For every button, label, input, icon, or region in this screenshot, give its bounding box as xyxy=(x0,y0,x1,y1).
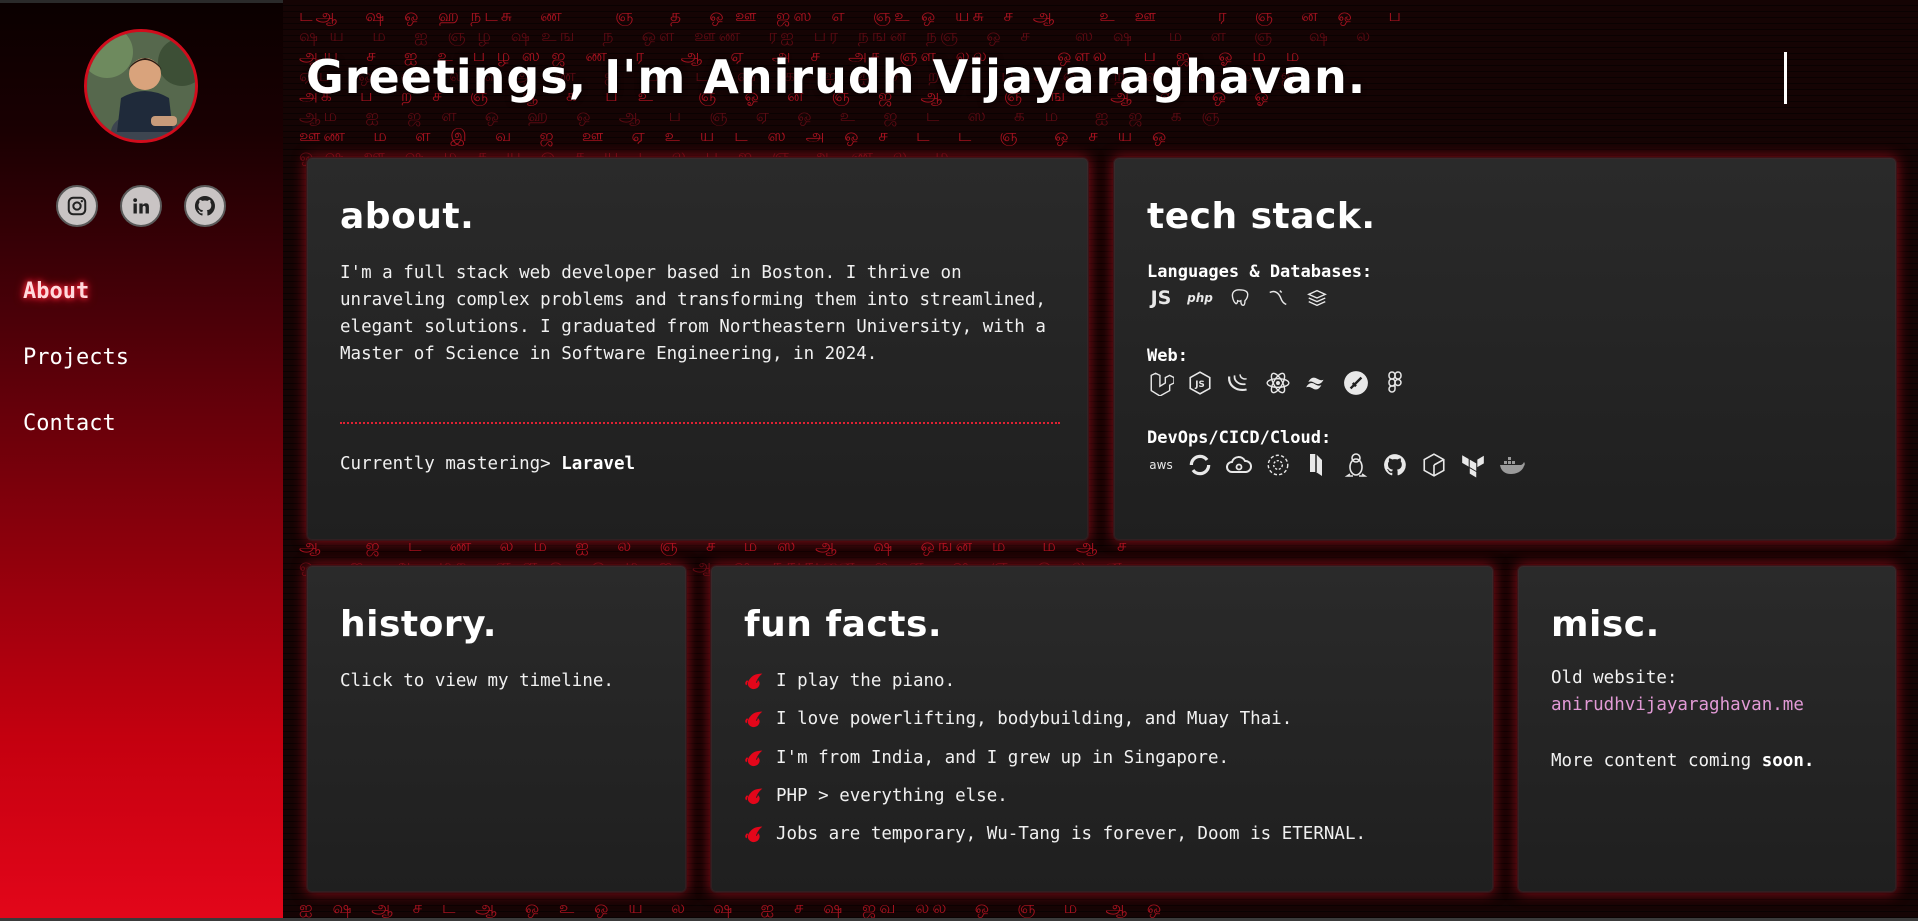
mastering-prefix: Currently mastering> xyxy=(340,454,551,474)
flame-icon xyxy=(745,788,763,805)
languages-icons: JS php xyxy=(1147,284,1331,312)
github-icon xyxy=(194,195,215,216)
web-label: Web: xyxy=(1147,346,1188,366)
misc-card: misc. Old website: anirudhvijayaraghavan… xyxy=(1517,565,1897,893)
laravel-icon xyxy=(1147,369,1175,397)
main-nav: About Projects Contact xyxy=(23,279,129,436)
github-button[interactable] xyxy=(184,185,226,227)
more-content-prefix: More content coming xyxy=(1551,751,1752,771)
typing-cursor xyxy=(1784,52,1787,104)
tech-stack-card: tech stack. Languages & Databases: JS ph… xyxy=(1113,157,1897,541)
fun-fact-text: I love powerlifting, bodybuilding, and M… xyxy=(776,709,1293,729)
google-cloud-icon xyxy=(1225,451,1253,479)
about-text: I'm a full stack web developer based in … xyxy=(340,263,1046,364)
svg-text:JS: JS xyxy=(1194,380,1204,390)
flame-icon xyxy=(745,750,763,767)
instagram-icon xyxy=(67,196,87,216)
history-link-text[interactable]: Click to view my timeline. xyxy=(340,668,614,695)
fun-fact-text: I play the piano. xyxy=(776,671,956,691)
fun-fact-item: I'm from India, and I grew up in Singapo… xyxy=(744,747,1229,769)
javascript-icon: JS xyxy=(1150,287,1172,309)
fun-fact-item: I love powerlifting, bodybuilding, and M… xyxy=(744,708,1292,730)
figma-icon xyxy=(1381,369,1409,397)
fun-facts-card: fun facts. I play the piano. I love powe… xyxy=(710,565,1494,893)
more-content-bold: soon. xyxy=(1761,751,1815,771)
terraform-icon xyxy=(1459,451,1487,479)
tech-title: tech stack. xyxy=(1147,196,1376,237)
web-icons: JS xyxy=(1147,369,1409,397)
history-title: history. xyxy=(340,604,497,645)
more-content-text: More content coming soon. xyxy=(1551,751,1814,771)
fun-fact-item: I play the piano. xyxy=(744,670,955,692)
flame-icon xyxy=(745,673,763,690)
linux-icon xyxy=(1342,451,1370,479)
codeigniter-icon xyxy=(1342,369,1370,397)
about-title: about. xyxy=(340,196,475,237)
devops-label: DevOps/CICD/Cloud: xyxy=(1147,428,1332,448)
instagram-button[interactable] xyxy=(56,185,98,227)
fun-fact-item: Jobs are temporary, Wu-Tang is forever, … xyxy=(744,823,1366,845)
devops-icons: aws xyxy=(1147,451,1526,479)
sidebar: About Projects Contact xyxy=(0,0,283,921)
bitbucket-icon xyxy=(1303,451,1331,479)
github-stack-icon xyxy=(1381,451,1409,479)
stack-icon xyxy=(1303,284,1331,312)
flame-icon xyxy=(745,711,763,728)
jquery-icon xyxy=(1225,369,1253,397)
fun-fact-item: PHP > everything else. xyxy=(744,785,1008,807)
fun-fact-text: I'm from India, and I grew up in Singapo… xyxy=(776,748,1230,768)
forge-icon xyxy=(1420,451,1448,479)
nav-about[interactable]: About xyxy=(23,279,129,304)
postgresql-icon xyxy=(1225,284,1253,312)
social-links xyxy=(56,185,226,227)
tailwind-icon xyxy=(1303,369,1331,397)
circleci-icon xyxy=(1264,451,1292,479)
misc-title: misc. xyxy=(1551,604,1660,645)
mastering-value: Laravel xyxy=(561,454,636,474)
react-icon xyxy=(1264,369,1292,397)
aws-icon: aws xyxy=(1149,458,1173,472)
nav-contact[interactable]: Contact xyxy=(23,411,129,436)
divider xyxy=(340,422,1060,424)
php-icon: php xyxy=(1187,291,1213,305)
linkedin-icon xyxy=(133,198,149,214)
avatar xyxy=(84,29,198,143)
languages-label: Languages & Databases: xyxy=(1147,262,1373,282)
fun-fact-text: Jobs are temporary, Wu-Tang is forever, … xyxy=(776,824,1367,844)
nav-projects[interactable]: Projects xyxy=(23,345,129,370)
about-card: about. I'm a full stack web developer ba… xyxy=(306,157,1089,541)
flame-icon xyxy=(745,826,763,843)
old-website-link[interactable]: anirudhvijayaraghavan.me xyxy=(1551,695,1804,715)
azure-devops-icon xyxy=(1186,451,1214,479)
docker-icon xyxy=(1498,451,1526,479)
nodejs-icon: JS xyxy=(1186,369,1214,397)
mysql-icon xyxy=(1264,284,1292,312)
history-card[interactable]: history. Click to view my timeline. xyxy=(306,565,687,893)
fun-fact-text: PHP > everything else. xyxy=(776,786,1008,806)
old-website-label: Old website: xyxy=(1551,668,1678,688)
currently-mastering: Currently mastering> Laravel xyxy=(340,454,635,474)
fun-title: fun facts. xyxy=(744,604,943,645)
linkedin-button[interactable] xyxy=(120,185,162,227)
greeting-heading: Greetings, I'm Anirudh Vijayaraghavan. xyxy=(306,50,1367,104)
